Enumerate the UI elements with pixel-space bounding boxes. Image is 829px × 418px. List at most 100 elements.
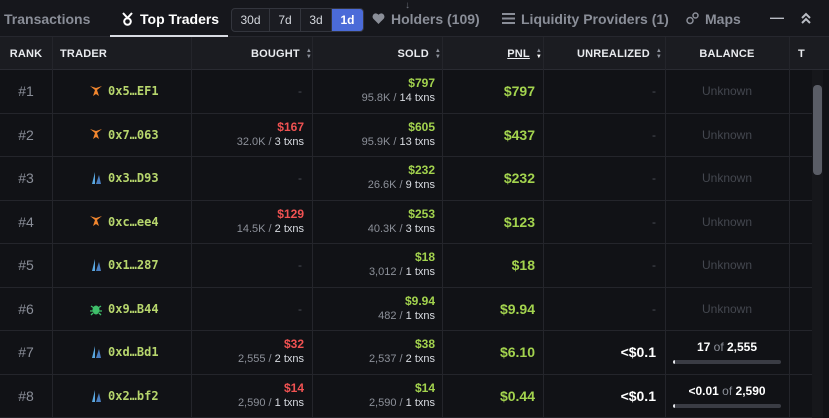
column-header-rank: RANK [9, 47, 43, 60]
column-header-sold[interactable]: SOLD ▲ ▼ [312, 37, 441, 70]
sold-header-label: SOLD [397, 47, 429, 60]
sold-tokens: 26.6K / [367, 179, 406, 192]
bought-detail: 14.5K / 2 txns [237, 222, 304, 237]
scrollbar-thumb[interactable] [813, 85, 822, 175]
unrealized-cell: - [543, 201, 656, 244]
bought-empty: - [298, 171, 302, 186]
rank-cell: #6 [18, 300, 34, 317]
tab-liquidity-providers-label: Liquidity Providers (1) [521, 10, 669, 27]
trader-cell[interactable]: 0xc…ee4 [88, 201, 159, 244]
table-row[interactable]: #2 0x7…063 $167 32.0K / 3 txns $605 95.9… [0, 114, 812, 157]
minimize-button[interactable]: — [770, 9, 784, 25]
sold-tokens: 40.3K / [367, 222, 406, 235]
period-selector: 30d 7d 3d 1d [231, 8, 364, 32]
unrealized-empty: - [652, 84, 656, 99]
period-30d-button[interactable]: 30d [232, 9, 270, 31]
tab-holders[interactable]: Holders (109) [372, 0, 480, 37]
sold-cell: $797 95.8K / 14 txns [312, 70, 435, 113]
sail-icon [88, 388, 104, 404]
sold-tokens: 3,012 / [368, 266, 406, 279]
table-row[interactable]: #1 0x5…EF1 - $797 95.8K / 14 txns $797 -… [0, 70, 812, 114]
sold-detail: 95.8K / 14 txns [362, 91, 435, 106]
table-row[interactable]: #6 0x9…B44 - $9.94 482 / 1 txns $9.94 - … [0, 288, 812, 331]
trader-cell[interactable]: 0x7…063 [88, 114, 159, 157]
sold-amount: $605 [408, 119, 435, 134]
period-3d-button[interactable]: 3d [301, 9, 332, 31]
sold-detail: 95.9K / 13 txns [362, 135, 435, 150]
trader-cell[interactable]: 0x2…bf2 [88, 375, 159, 418]
column-header-pnl[interactable]: PNL ▲ ▼ [442, 37, 542, 70]
trader-address: 0x9…B44 [108, 301, 159, 316]
column-header-balance: BALANCE [699, 47, 755, 60]
trader-address: 0x1…287 [108, 258, 159, 273]
bought-cell: - [192, 70, 302, 113]
bought-txns: 1 txns [274, 396, 304, 409]
column-header-unrealized[interactable]: UNREALIZED ▲ ▼ [543, 37, 662, 70]
tab-transactions-label: Transactions [4, 10, 91, 27]
table-row[interactable]: #5 0x1…287 - $18 3,012 / 1 txns $18 - Un… [0, 244, 812, 288]
trader-cell[interactable]: 0x5…EF1 [88, 70, 159, 113]
heart-icon [372, 12, 385, 25]
tab-maps[interactable]: Maps [686, 0, 741, 37]
column-header-bought[interactable]: BOUGHT ▲ ▼ [192, 37, 312, 70]
rank-cell: #8 [18, 387, 34, 404]
metamask-fox-icon [88, 214, 104, 230]
bought-cell: $32 2,555 / 2 txns [192, 331, 304, 374]
balance-text: <0.01 of 2,590 [688, 384, 765, 398]
balance-total: 2,555 [727, 340, 758, 355]
table-row[interactable]: #3 0x3…D93 - $232 26.6K / 9 txns $232 - … [0, 157, 812, 201]
unrealized-cell: <$0.1 [543, 375, 656, 418]
pnl-value: $0.44 [499, 387, 535, 404]
table-row[interactable]: #7 0xd…Bd1 $32 2,555 / 2 txns $38 2,537 … [0, 331, 812, 375]
bought-amount: $129 [277, 206, 304, 221]
trader-address: 0xc…ee4 [108, 214, 159, 229]
period-7d-button[interactable]: 7d [270, 9, 301, 31]
balance-total: 2,590 [735, 383, 766, 398]
bubble-map-icon [686, 12, 699, 25]
bought-tokens: 32.0K / [236, 135, 275, 148]
unrealized-header-label: UNREALIZED [576, 47, 650, 60]
trader-cell[interactable]: 0x1…287 [88, 244, 159, 287]
trader-cell[interactable]: 0x3…D93 [88, 157, 159, 200]
balance-text: 17 of 2,555 [697, 340, 757, 354]
sold-cell: $14 2,590 / 1 txns [312, 375, 435, 418]
pnl-value: $6.10 [499, 344, 535, 361]
balance-of: of [710, 340, 727, 355]
tab-top-traders[interactable]: Top Traders [121, 0, 219, 37]
unrealized-value: <$0.1 [620, 387, 656, 404]
sold-txns: 1 txns [405, 309, 435, 322]
sold-amount: $253 [408, 206, 435, 221]
sold-cell: $605 95.9K / 13 txns [312, 114, 435, 157]
rank-cell: #1 [18, 83, 34, 100]
tab-maps-label: Maps [705, 10, 741, 27]
period-1d-button[interactable]: 1d [332, 9, 363, 31]
balance-of: of [718, 383, 736, 398]
sold-tokens: 95.9K / [361, 135, 400, 148]
sold-cell: $9.94 482 / 1 txns [312, 288, 435, 331]
tab-transactions[interactable]: Transactions [4, 0, 90, 37]
unrealized-value: <$0.1 [620, 344, 656, 361]
table-row[interactable]: #8 0x2…bf2 $14 2,590 / 1 txns $14 2,590 … [0, 375, 812, 418]
sold-amount: $9.94 [404, 293, 435, 308]
collapse-button[interactable] [800, 11, 812, 27]
tab-liquidity-providers[interactable]: Liquidity Providers (1) [502, 0, 669, 37]
pnl-value: $797 [503, 83, 535, 100]
balance-progress-fill [673, 360, 675, 365]
unrealized-cell: - [543, 244, 656, 287]
column-header-extra: T [798, 47, 805, 60]
trader-address: 0x5…EF1 [108, 84, 159, 99]
tab-holders-label: Holders (109) [391, 10, 480, 27]
trader-cell[interactable]: 0xd…Bd1 [88, 331, 159, 374]
sail-icon [88, 170, 104, 186]
vertical-scrollbar[interactable] [812, 70, 823, 418]
trader-cell[interactable]: 0x9…B44 [88, 288, 159, 331]
sold-tokens: 2,590 / [368, 396, 406, 409]
bought-cell: - [192, 244, 302, 287]
table-row[interactable]: #4 0xc…ee4 $129 14.5K / 2 txns $253 40.3… [0, 201, 812, 244]
double-chevron-up-icon [801, 12, 811, 24]
unrealized-cell: - [543, 288, 656, 331]
sold-amount: $14 [414, 380, 435, 395]
sort-icon: ▲ ▼ [655, 47, 662, 60]
balance-unknown: Unknown [701, 127, 753, 142]
sold-cell: $38 2,537 / 2 txns [312, 331, 435, 374]
